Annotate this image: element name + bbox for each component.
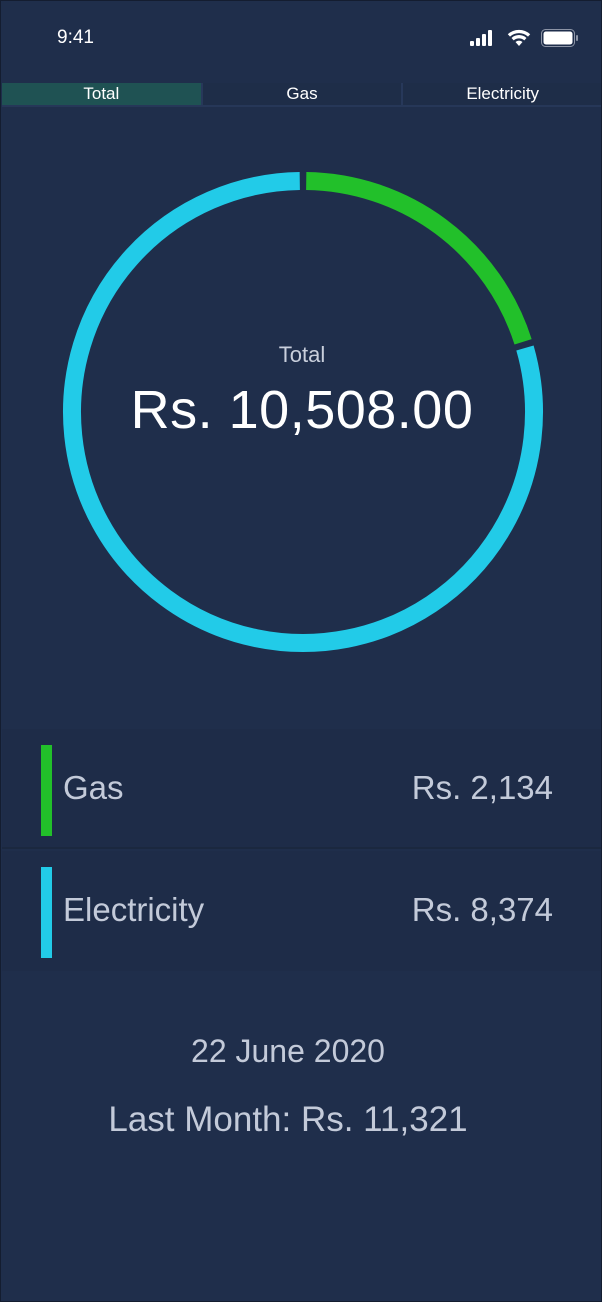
status-icons <box>469 29 579 47</box>
donut-center-value: Rs. 10,508.00 <box>130 380 474 440</box>
electricity-color-bar <box>41 867 52 958</box>
tab-bar: Total Gas Electricity <box>2 83 601 105</box>
tab-electricity[interactable]: Electricity <box>403 83 601 105</box>
last-month-total: Last Month: Rs. 11,321 <box>108 1100 468 1139</box>
tab-gas[interactable]: Gas <box>202 83 404 105</box>
tab-divider <box>2 105 601 107</box>
donut-center-label: Total <box>278 342 326 367</box>
breakdown-row-electricity[interactable]: Electricity Rs. 8,374 <box>2 851 601 971</box>
gas-color-bar <box>41 745 52 836</box>
app-screen: 9:41 Total Gas Electricity Total Rs. 10,… <box>0 0 602 1302</box>
status-time: 9:41 <box>57 27 94 48</box>
wifi-icon <box>507 29 531 47</box>
breakdown-amount-gas: Rs. 2,134 <box>411 769 553 806</box>
bill-date: 22 June 2020 <box>191 1033 385 1069</box>
breakdown-amount-electricity: Rs. 8,374 <box>411 891 553 928</box>
tab-total[interactable]: Total <box>2 83 203 105</box>
donut-slice-gas <box>306 172 532 345</box>
status-bar: 9:41 <box>1 1 601 77</box>
cellular-signal-icon <box>469 29 497 47</box>
breakdown-label-gas: Gas <box>63 769 124 806</box>
breakdown-label-electricity: Electricity <box>63 891 205 928</box>
breakdown-row-gas[interactable]: Gas Rs. 2,134 <box>2 729 601 849</box>
battery-icon <box>541 29 579 47</box>
